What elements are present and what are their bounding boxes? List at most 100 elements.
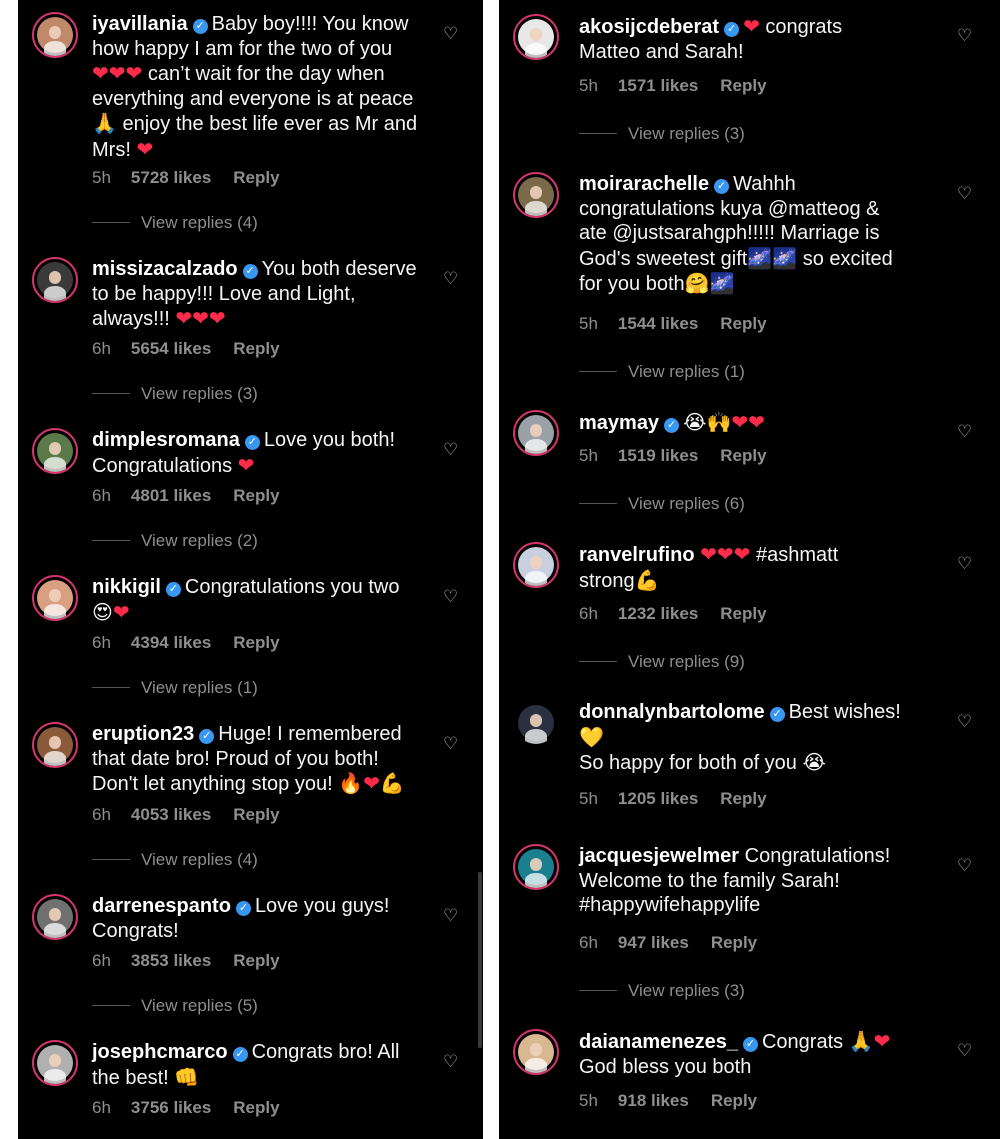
avatar[interactable]: [32, 257, 78, 303]
comment-likes[interactable]: 918 likes: [618, 1091, 689, 1110]
avatar[interactable]: [32, 722, 78, 768]
comment-likes[interactable]: 5654 likes: [131, 339, 211, 358]
comment-username[interactable]: nikkigil: [92, 576, 161, 598]
heart-outline-icon[interactable]: ♡: [443, 440, 458, 460]
avatar-torso-shape: [524, 571, 548, 586]
avatar[interactable]: [32, 1040, 78, 1086]
heart-outline-icon[interactable]: ♡: [957, 856, 972, 876]
avatar[interactable]: [32, 575, 78, 621]
comment-likes[interactable]: 947 likes: [618, 933, 689, 952]
view-replies-button[interactable]: View replies (9): [579, 652, 745, 672]
comment-likes[interactable]: 4053 likes: [131, 805, 211, 824]
comment-username[interactable]: daianamenezes_: [579, 1031, 738, 1053]
heart-outline-icon[interactable]: ♡: [957, 184, 972, 204]
view-replies-button[interactable]: View replies (3): [579, 124, 745, 144]
heart-outline-icon[interactable]: ♡: [443, 906, 458, 926]
view-replies-label[interactable]: View replies (9): [628, 652, 745, 671]
view-replies-button[interactable]: View replies (5): [92, 996, 258, 1016]
reply-button[interactable]: Reply: [233, 951, 279, 970]
comment-likes[interactable]: 1519 likes: [618, 446, 698, 465]
reply-button[interactable]: Reply: [233, 1098, 279, 1117]
comment-likes[interactable]: 1232 likes: [618, 604, 698, 623]
avatar[interactable]: [513, 14, 559, 60]
comment-text: daianamenezes_ ✓ Congrats 🙏❤ God bless you …: [579, 1029, 890, 1079]
avatar[interactable]: [32, 894, 78, 940]
avatar[interactable]: [513, 172, 559, 218]
reply-button[interactable]: Reply: [711, 1091, 757, 1110]
view-replies-label[interactable]: View replies (1): [628, 362, 745, 381]
comment-likes[interactable]: 3853 likes: [131, 951, 211, 970]
avatar[interactable]: [513, 700, 559, 746]
reply-button[interactable]: Reply: [720, 314, 766, 333]
heart-outline-icon[interactable]: ♡: [443, 587, 458, 607]
heart-outline-icon[interactable]: ♡: [957, 712, 972, 732]
reply-button[interactable]: Reply: [711, 933, 757, 952]
comment-username[interactable]: maymay: [579, 412, 659, 434]
comment-likes[interactable]: 1544 likes: [618, 314, 698, 333]
avatar[interactable]: [513, 410, 559, 456]
view-replies-label[interactable]: View replies (5): [141, 996, 258, 1015]
reply-button[interactable]: Reply: [720, 604, 766, 623]
replies-divider: [579, 133, 617, 134]
reply-button[interactable]: Reply: [233, 486, 279, 505]
view-replies-button[interactable]: View replies (6): [579, 494, 745, 514]
comment-line: Mrs! ❤: [92, 136, 154, 161]
view-replies-label[interactable]: View replies (6): [628, 494, 745, 513]
view-replies-label[interactable]: View replies (3): [141, 384, 258, 403]
view-replies-label[interactable]: View replies (3): [628, 124, 745, 143]
view-replies-button[interactable]: View replies (3): [92, 384, 258, 404]
view-replies-label[interactable]: View replies (4): [141, 850, 258, 869]
reply-button[interactable]: Reply: [720, 789, 766, 808]
comment-username[interactable]: josephcmarco: [92, 1041, 228, 1063]
comment-username[interactable]: jacquesjewelmer: [579, 845, 739, 867]
view-replies-button[interactable]: View replies (1): [579, 362, 745, 382]
comment-likes[interactable]: 3756 likes: [131, 1098, 211, 1117]
comment-username[interactable]: donnalynbartolome: [579, 701, 765, 723]
reply-button[interactable]: Reply: [233, 805, 279, 824]
comment-likes[interactable]: 1205 likes: [618, 789, 698, 808]
comment-likes[interactable]: 4801 likes: [131, 486, 211, 505]
comment-username[interactable]: missizacalzado: [92, 258, 238, 280]
avatar[interactable]: [32, 428, 78, 474]
view-replies-button[interactable]: View replies (4): [92, 213, 258, 233]
avatar[interactable]: [513, 542, 559, 588]
heart-outline-icon[interactable]: ♡: [443, 269, 458, 289]
view-replies-button[interactable]: View replies (2): [92, 531, 258, 551]
heart-outline-icon[interactable]: ♡: [443, 24, 458, 44]
reply-button[interactable]: Reply: [233, 633, 279, 652]
heart-outline-icon[interactable]: ♡: [957, 422, 972, 442]
reply-button[interactable]: Reply: [233, 168, 279, 187]
view-replies-label[interactable]: View replies (1): [141, 678, 258, 697]
comments-panel-left[interactable]: iyavillania ✓ Baby boy!!!! You know how hap…: [18, 0, 483, 1139]
heart-outline-icon[interactable]: ♡: [957, 26, 972, 46]
view-replies-label[interactable]: View replies (2): [141, 531, 258, 550]
comment-username[interactable]: dimplesromana: [92, 429, 240, 451]
comment-likes[interactable]: 1571 likes: [618, 76, 698, 95]
view-replies-button[interactable]: View replies (1): [92, 678, 258, 698]
comment-meta: 5h 1544 likes Reply: [579, 314, 767, 334]
comments-panel-right[interactable]: akosijcdeberat ✓ ❤ congrats Matteo and Sara…: [499, 0, 1000, 1139]
comment-username[interactable]: darrenespanto: [92, 895, 231, 917]
avatar[interactable]: [513, 1029, 559, 1075]
heart-outline-icon[interactable]: ♡: [957, 554, 972, 574]
view-replies-label[interactable]: View replies (4): [141, 213, 258, 232]
avatar[interactable]: [32, 12, 78, 58]
reply-button[interactable]: Reply: [720, 446, 766, 465]
scrollbar[interactable]: [478, 872, 482, 1048]
comment-username[interactable]: ranvelrufino: [579, 544, 695, 566]
reply-button[interactable]: Reply: [720, 76, 766, 95]
heart-outline-icon[interactable]: ♡: [443, 1052, 458, 1072]
view-replies-button[interactable]: View replies (3): [579, 981, 745, 1001]
comment-likes[interactable]: 4394 likes: [131, 633, 211, 652]
heart-outline-icon[interactable]: ♡: [957, 1041, 972, 1061]
comment-likes[interactable]: 5728 likes: [131, 168, 211, 187]
reply-button[interactable]: Reply: [233, 339, 279, 358]
comment-username[interactable]: iyavillania: [92, 13, 188, 35]
comment-username[interactable]: akosijcdeberat: [579, 16, 719, 38]
comment-username[interactable]: eruption23: [92, 723, 194, 745]
comment-username[interactable]: moirarachelle: [579, 173, 709, 195]
view-replies-label[interactable]: View replies (3): [628, 981, 745, 1000]
view-replies-button[interactable]: View replies (4): [92, 850, 258, 870]
avatar[interactable]: [513, 844, 559, 890]
heart-outline-icon[interactable]: ♡: [443, 734, 458, 754]
